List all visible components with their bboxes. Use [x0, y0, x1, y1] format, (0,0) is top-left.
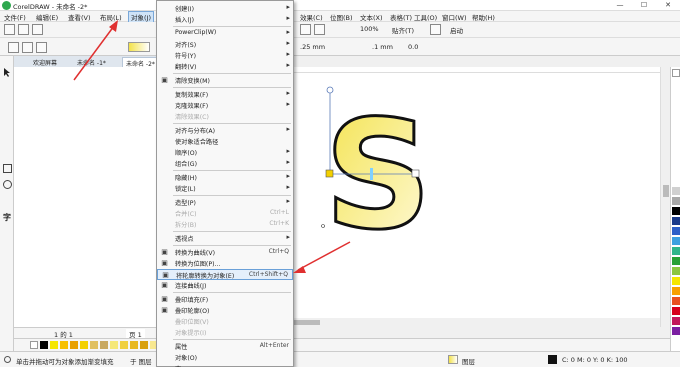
annotation-arrows — [73, 20, 351, 273]
